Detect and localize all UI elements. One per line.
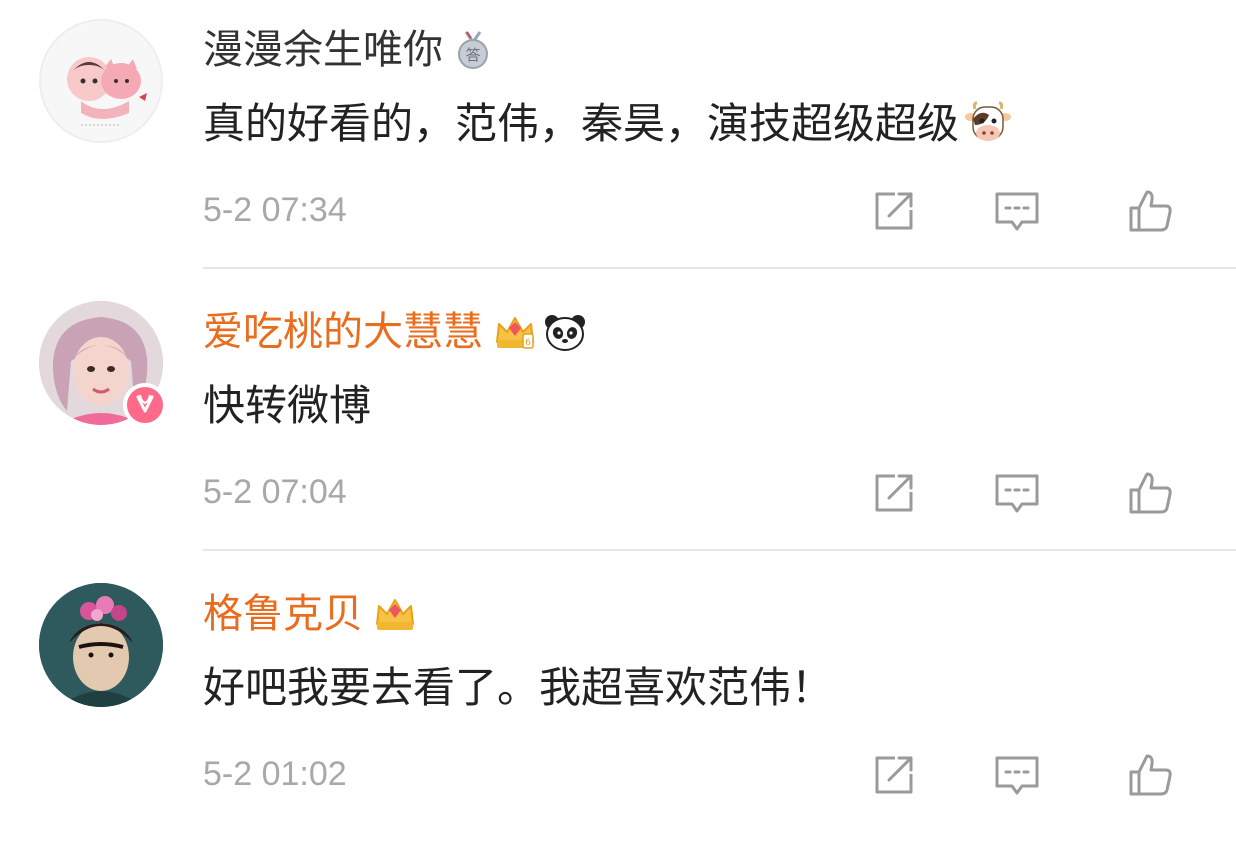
- timestamp: 5-2 07:34: [203, 191, 347, 229]
- share-icon: [875, 756, 913, 794]
- svg-text:6: 6: [525, 338, 531, 348]
- username[interactable]: 漫漫余生唯你: [203, 24, 443, 76]
- avatar[interactable]: [39, 583, 163, 707]
- avatar-illustration: [67, 57, 147, 126]
- divider: [203, 267, 1236, 269]
- verified-user-badge: [123, 383, 167, 427]
- like-button[interactable]: [1125, 186, 1175, 236]
- vip-crown-icon[interactable]: 6: [493, 312, 534, 352]
- timestamp: 5-2 07:04: [203, 473, 347, 511]
- name-row: 漫漫余生唯你 答: [203, 24, 493, 76]
- thumbs-up-icon: [1129, 472, 1172, 514]
- thumbs-up-icon: [1129, 754, 1172, 796]
- answer-medal-icon[interactable]: 答: [453, 30, 493, 70]
- like-button[interactable]: [1125, 750, 1175, 800]
- avatar-illustration: [39, 583, 163, 707]
- comment-item: 格鲁克贝 好吧我要去看了。我超喜欢范伟！ 5-2 01:02: [0, 564, 1236, 846]
- like-button[interactable]: [1125, 468, 1175, 518]
- comment-text: 真的好看的，范伟，秦昊，演技超级超级: [203, 94, 1013, 154]
- timestamp: 5-2 01:02: [203, 755, 347, 793]
- reply-button[interactable]: [992, 750, 1042, 800]
- thumbs-up-icon: [1129, 190, 1172, 232]
- avatar[interactable]: [39, 301, 167, 427]
- comment-text: 快转微博: [203, 376, 371, 436]
- comment-bubble-icon: [995, 756, 1039, 795]
- comment-text-body: 好吧我要去看了。我超喜欢范伟！: [203, 663, 834, 712]
- comment-bubble-icon: [995, 474, 1039, 513]
- comment-text: 好吧我要去看了。我超喜欢范伟！: [203, 658, 833, 718]
- repost-button[interactable]: [869, 186, 919, 236]
- username[interactable]: 爱吃桃的大慧慧: [203, 306, 483, 358]
- vip-crown-icon[interactable]: [373, 594, 414, 634]
- name-row: 爱吃桃的大慧慧 6: [203, 306, 585, 358]
- cow-emoji-icon: [963, 99, 1013, 149]
- comment-text-body: 快转微博: [203, 381, 372, 430]
- panda-icon: [543, 312, 585, 352]
- avatar[interactable]: [39, 19, 163, 143]
- reply-button[interactable]: [992, 186, 1042, 236]
- share-icon: [875, 192, 913, 230]
- reply-button[interactable]: [992, 468, 1042, 518]
- comment-bubble-icon: [995, 192, 1039, 231]
- name-row: 格鲁克贝: [203, 588, 414, 640]
- divider: [203, 549, 1236, 551]
- svg-text:答: 答: [465, 46, 480, 64]
- share-icon: [875, 474, 913, 512]
- repost-button[interactable]: [869, 750, 919, 800]
- comment-text-body: 真的好看的，范伟，秦昊，演技超级超级: [203, 99, 960, 148]
- comment-item: 漫漫余生唯你 答 真的好看的，范伟，秦昊，演技超级超级 5-2 07:34: [0, 0, 1236, 282]
- comment-item: 爱吃桃的大慧慧 6 快转微博 5-2 07:04: [0, 282, 1236, 564]
- username[interactable]: 格鲁克贝: [203, 588, 363, 640]
- repost-button[interactable]: [869, 468, 919, 518]
